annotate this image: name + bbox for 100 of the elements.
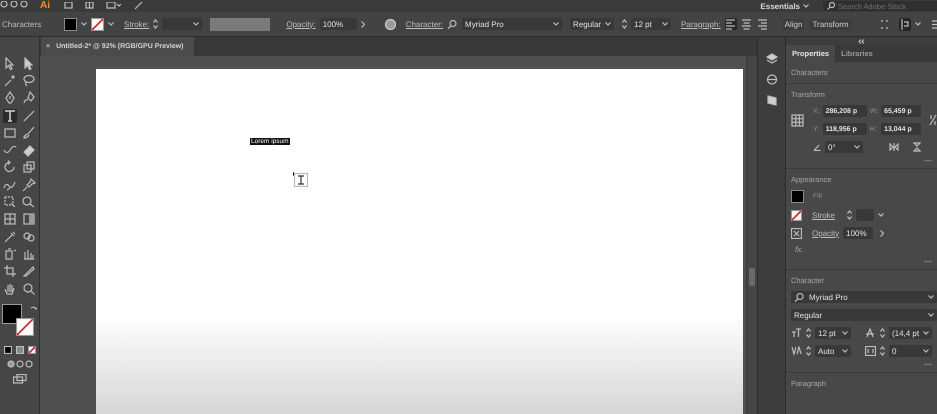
sprayer-icon[interactable] — [3, 246, 17, 261]
caret-icon[interactable] — [553, 22, 560, 26]
leading-field[interactable]: (14,4 pt — [888, 327, 932, 339]
draw-mode-icon[interactable] — [6, 360, 32, 368]
rotate-icon[interactable] — [3, 160, 17, 174]
leading-icon[interactable] — [864, 328, 876, 338]
document-icon[interactable] — [64, 2, 73, 10]
swap-icon[interactable] — [30, 305, 36, 312]
font-style-field[interactable]: Regular — [570, 18, 614, 30]
kerning-icon[interactable] — [791, 346, 802, 356]
caret-icon[interactable] — [928, 295, 934, 299]
lasso-icon[interactable] — [22, 74, 36, 88]
caret-icon[interactable] — [854, 145, 860, 149]
angle-field[interactable]: 0° — [825, 141, 863, 153]
align-right-icon[interactable] — [756, 18, 769, 30]
chevron-right-icon[interactable] — [360, 20, 365, 28]
opacity-label[interactable]: Opacity — [812, 228, 840, 238]
shape-builder-icon[interactable] — [22, 195, 36, 210]
caret-icon[interactable] — [193, 22, 200, 26]
color-icon[interactable] — [4, 346, 12, 354]
font-style-field[interactable]: Regular — [791, 309, 937, 321]
stepper-icon[interactable] — [880, 346, 885, 356]
caret-icon[interactable] — [605, 22, 612, 26]
reference-point-icon[interactable] — [791, 114, 804, 126]
stroke-label[interactable]: Stroke: — [124, 20, 150, 28]
stepper-icon[interactable] — [806, 346, 811, 356]
tracking-icon[interactable] — [864, 346, 876, 356]
font-size-field[interactable]: 12 pt — [815, 327, 851, 339]
knife-icon[interactable] — [22, 264, 36, 278]
stepper-icon[interactable] — [806, 328, 811, 338]
stepper-icon[interactable] — [153, 19, 158, 29]
arrow-icon[interactable] — [22, 56, 36, 71]
globe-icon[interactable] — [384, 18, 396, 30]
opacity-field[interactable]: 100% — [320, 18, 357, 30]
more-icon[interactable] — [924, 363, 932, 366]
flip-horizontal-icon[interactable] — [889, 143, 899, 151]
stroke-swatch[interactable] — [791, 210, 802, 220]
caret-icon[interactable] — [923, 349, 929, 353]
paragraph-label[interactable]: Paragraph: — [681, 20, 721, 28]
caret-icon[interactable] — [662, 22, 668, 26]
caret-icon[interactable] — [928, 313, 934, 317]
hollow-arrow-icon[interactable] — [3, 56, 17, 71]
opacity-icon[interactable] — [791, 228, 802, 238]
none-icon[interactable] — [28, 346, 36, 354]
stroke-label[interactable]: Stroke — [812, 210, 836, 220]
caret-icon[interactable] — [81, 22, 87, 26]
caret-icon[interactable] — [923, 331, 929, 335]
opacity-label[interactable]: Opacity: — [286, 20, 316, 28]
line-icon[interactable] — [22, 108, 36, 123]
caret-icon[interactable] — [915, 22, 921, 26]
profile-field[interactable] — [210, 18, 270, 30]
layers-icon[interactable] — [766, 53, 778, 64]
brush-icon[interactable] — [134, 2, 144, 10]
opacity-field[interactable]: 100% — [843, 227, 874, 239]
more-icon[interactable] — [924, 260, 932, 263]
type-icon[interactable] — [3, 108, 17, 123]
caret-icon[interactable] — [803, 4, 809, 8]
link-icon[interactable] — [929, 114, 937, 126]
transform-icon[interactable] — [3, 195, 17, 210]
screen-mode-icon[interactable] — [12, 374, 26, 384]
font-field[interactable]: Myriad Pro — [462, 18, 562, 30]
stepper-icon[interactable] — [847, 210, 852, 220]
effects-button[interactable]: fx. — [795, 245, 932, 254]
caret-icon[interactable] — [108, 22, 114, 26]
font-search-icon[interactable] — [447, 20, 458, 28]
transform-link[interactable]: Transform — [810, 18, 851, 30]
hand-icon[interactable] — [3, 282, 17, 296]
pin-icon[interactable] — [22, 178, 36, 192]
layout-icon[interactable] — [106, 2, 122, 10]
character-label[interactable]: Character: — [406, 20, 444, 28]
fill-swatch[interactable] — [64, 18, 77, 30]
tracking-field[interactable]: 0 — [888, 345, 932, 357]
stroke-swatch[interactable] — [91, 18, 104, 30]
eyedropper-icon[interactable] — [3, 230, 17, 244]
sphere-icon[interactable] — [766, 74, 778, 85]
stroke-swatch[interactable] — [16, 318, 34, 336]
font-size-field[interactable]: 12 pt — [631, 18, 672, 30]
collapse-icon[interactable] — [858, 38, 865, 44]
font-field[interactable]: Myriad Pro — [791, 291, 937, 303]
scale-icon[interactable] — [22, 160, 36, 174]
chevron-right-icon[interactable] — [880, 230, 884, 236]
stepper-icon[interactable] — [880, 328, 885, 338]
align-center-icon[interactable] — [740, 18, 753, 30]
brush-icon[interactable] — [22, 126, 36, 140]
caret-icon[interactable] — [842, 331, 848, 335]
align-left-icon[interactable] — [724, 18, 737, 30]
wand-icon[interactable] — [3, 74, 17, 88]
fill-swatch[interactable] — [791, 190, 804, 203]
flip-vertical-icon[interactable] — [913, 142, 921, 152]
curve-pen-icon[interactable] — [22, 91, 36, 106]
stepper-icon[interactable] — [622, 19, 628, 29]
fill-swatch[interactable] — [2, 304, 22, 324]
font-size-icon[interactable] — [791, 328, 802, 338]
stroke-weight-field[interactable] — [162, 18, 202, 30]
pen-icon[interactable] — [3, 91, 17, 106]
scrollbar-thumb[interactable] — [749, 268, 755, 286]
rectangle-icon[interactable] — [3, 126, 17, 140]
menu-icon[interactable] — [931, 20, 937, 28]
workspace-menu[interactable]: Essentials — [760, 2, 800, 10]
gradient-icon[interactable] — [16, 346, 24, 354]
